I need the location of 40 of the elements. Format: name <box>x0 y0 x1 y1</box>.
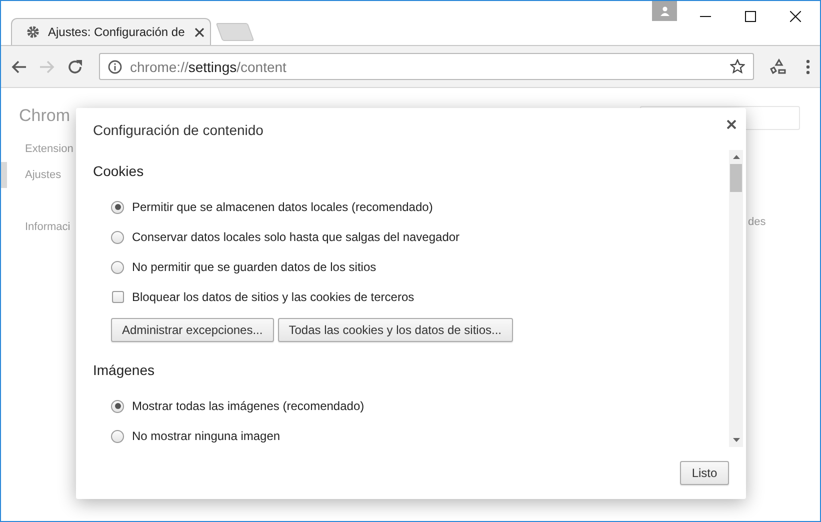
section-heading: Cookies <box>93 163 145 181</box>
checkbox[interactable] <box>112 291 124 303</box>
radio-button[interactable] <box>111 430 124 442</box>
browser-tab[interactable]: Ajustes: Configuración de <box>11 18 211 45</box>
radio-button[interactable] <box>111 230 124 244</box>
star-icon[interactable] <box>730 59 746 74</box>
menu-dots-icon[interactable] <box>806 58 810 74</box>
back-arrow-icon[interactable] <box>11 58 27 74</box>
done-button[interactable]: Listo <box>680 461 729 485</box>
close-dialog-button[interactable] <box>727 117 736 132</box>
section-heading: Imágenes <box>93 362 156 380</box>
close-tab-button[interactable] <box>195 28 204 36</box>
option-label: No permitir que se guarden datos de los sitios <box>132 260 376 274</box>
scroll-up-icon[interactable] <box>732 155 740 159</box>
scrollbar-thumb[interactable] <box>730 164 742 192</box>
address-bar[interactable]: chrome://settings/content <box>99 53 754 80</box>
background-text: des <box>748 216 767 228</box>
url-text: chrome://settings/content <box>130 58 286 74</box>
close-icon <box>195 28 204 36</box>
radio-button[interactable] <box>111 400 124 412</box>
dialog-button[interactable]: Todas las cookies y los datos de sitios... <box>278 318 513 342</box>
radio-button[interactable] <box>111 260 124 274</box>
option-label: Permitir que se almacenen datos locales (recomendado) <box>132 200 433 214</box>
close-icon <box>790 10 801 22</box>
info-icon <box>108 60 122 74</box>
gear-icon <box>26 25 40 39</box>
person-icon <box>660 6 670 16</box>
dialog-button[interactable]: Administrar excepciones... <box>111 318 274 342</box>
scroll-down-icon[interactable] <box>732 438 740 442</box>
scrollbar[interactable] <box>729 150 743 447</box>
radio-button[interactable] <box>111 200 124 214</box>
option-label: Bloquear los datos de sitios y las cookies de terceros <box>132 290 414 304</box>
dialog-title: Configuración de contenido <box>93 122 264 138</box>
option-label: Mostrar todas las imágenes (recomendado) <box>132 399 364 413</box>
maximize-icon <box>745 10 756 22</box>
reload-icon[interactable] <box>67 58 83 74</box>
option-label: Conservar datos locales solo hasta que salgas del navegador <box>132 230 460 244</box>
page-title: Chrom <box>18 105 70 126</box>
close-icon <box>727 120 736 129</box>
option-label: No mostrar ninguna imagen <box>132 429 280 443</box>
